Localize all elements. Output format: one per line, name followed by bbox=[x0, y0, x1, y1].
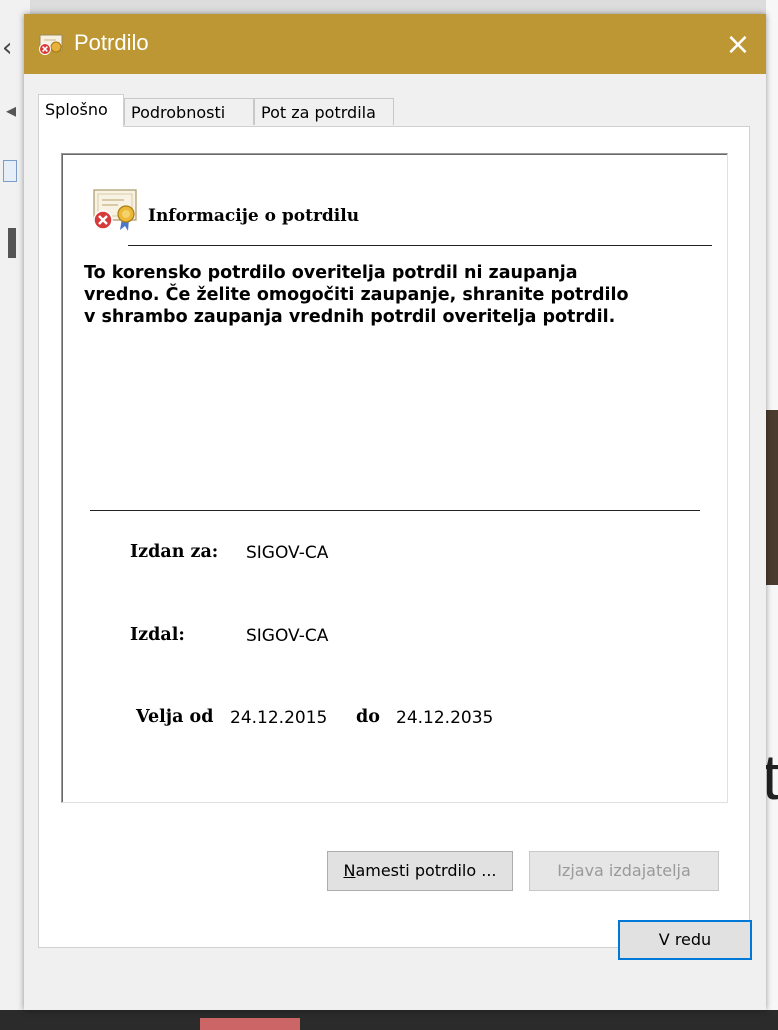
close-button[interactable]: × bbox=[710, 14, 766, 74]
certificate-error-icon bbox=[93, 189, 137, 231]
issuer-statement-button[interactable]: Izjava izdajatelja bbox=[529, 851, 719, 891]
warning-line: To korensko potrdilo overitelja potrdil … bbox=[84, 263, 578, 283]
install-button-accelerator: N bbox=[343, 861, 356, 880]
chevron-left-icon: ‹ bbox=[2, 33, 13, 63]
background-fragment bbox=[8, 228, 16, 258]
background-image-fragment bbox=[766, 410, 778, 585]
divider bbox=[128, 245, 712, 246]
tab-certification-path[interactable]: Pot za potrdila bbox=[254, 98, 394, 125]
issued-to-value: SIGOV-CA bbox=[246, 543, 329, 563]
tab-general[interactable]: Splošno bbox=[38, 94, 124, 127]
warning-line: v shrambo zaupanja vrednih potrdil overi… bbox=[84, 307, 616, 327]
install-button-label: amesti potrdilo ... bbox=[355, 861, 497, 880]
install-certificate-button[interactable]: Namesti potrdilo ... bbox=[327, 851, 513, 891]
certificate-info-box: Informacije o potrdilu To korensko potrd… bbox=[61, 153, 728, 803]
window-title: Potrdilo bbox=[74, 30, 149, 55]
certificate-info-heading: Informacije o potrdilu bbox=[148, 206, 360, 226]
untrusted-root-warning: To korensko potrdilo overitelja potrdil … bbox=[84, 262, 684, 328]
background-taskbar bbox=[0, 1010, 778, 1030]
issued-to-label: Izdan za: bbox=[130, 542, 219, 562]
divider bbox=[90, 510, 700, 511]
issued-by-value: SIGOV-CA bbox=[246, 626, 329, 646]
ok-button[interactable]: V redu bbox=[618, 920, 752, 960]
certificate-error-icon bbox=[39, 34, 63, 55]
close-icon: × bbox=[725, 26, 751, 62]
tab-panel-general: Informacije o potrdilu To korensko potrd… bbox=[38, 126, 750, 948]
warning-line: vredno. Če želite omogočiti zaupanje, sh… bbox=[84, 285, 629, 305]
chevron-left-small-icon: ◂ bbox=[6, 98, 17, 122]
certificate-dialog: Potrdilo × Splošno Podrobnosti Pot za po… bbox=[24, 14, 766, 1010]
background-fragment bbox=[3, 160, 17, 182]
valid-to-label: do bbox=[356, 707, 380, 727]
background-fragment bbox=[200, 1018, 300, 1030]
valid-to-value: 24.12.2035 bbox=[396, 708, 494, 728]
valid-from-value: 24.12.2015 bbox=[230, 708, 328, 728]
tab-details[interactable]: Podrobnosti bbox=[124, 98, 254, 125]
title-bar[interactable]: Potrdilo × bbox=[24, 14, 766, 74]
issued-by-label: Izdal: bbox=[130, 625, 185, 645]
valid-from-label: Velja od bbox=[136, 707, 214, 727]
